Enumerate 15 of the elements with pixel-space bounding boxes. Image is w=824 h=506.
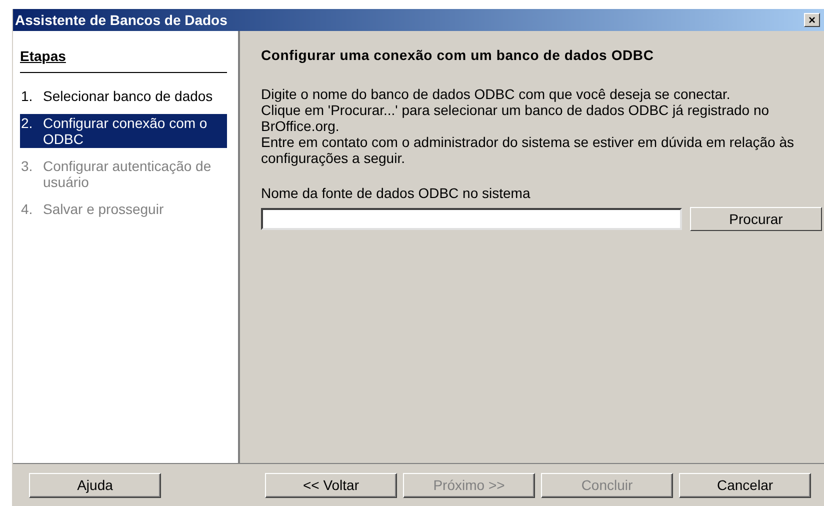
step-item[interactable]: 1. Selecionar banco de dados — [20, 87, 227, 105]
field-label: Nome da fonte de dados ODBC no sistema — [261, 184, 532, 203]
page-heading: Configurar uma conexão com um banco de dados ODBC — [261, 46, 655, 65]
window-title: Assistente de Bancos de Dados — [15, 10, 228, 30]
steps-heading: Etapas — [20, 48, 66, 64]
dialog-button[interactable]: Ajuda — [29, 472, 161, 498]
instruction-text: Digite o nome do banco de dados ODBC com que você deseja se conectar. — [261, 86, 732, 102]
instruction-text: Entre em contato com o administrador do sistema se estiver em dúvida em relação às configurações a seguir. — [261, 134, 796, 166]
browse-button[interactable]: Procurar — [690, 207, 822, 231]
step-item[interactable]: 2. Configurar conexão com o ODBC — [20, 114, 227, 148]
dialog-button[interactable]: << Voltar — [265, 472, 397, 498]
instruction-text: Clique em 'Procurar...' para selecionar um banco de dados ODBC já registrado no BrOffice.org. — [261, 102, 770, 134]
dialog-button[interactable]: Cancelar — [679, 472, 811, 498]
data-source-field[interactable] — [261, 208, 682, 230]
close-button[interactable]: × — [804, 13, 820, 27]
